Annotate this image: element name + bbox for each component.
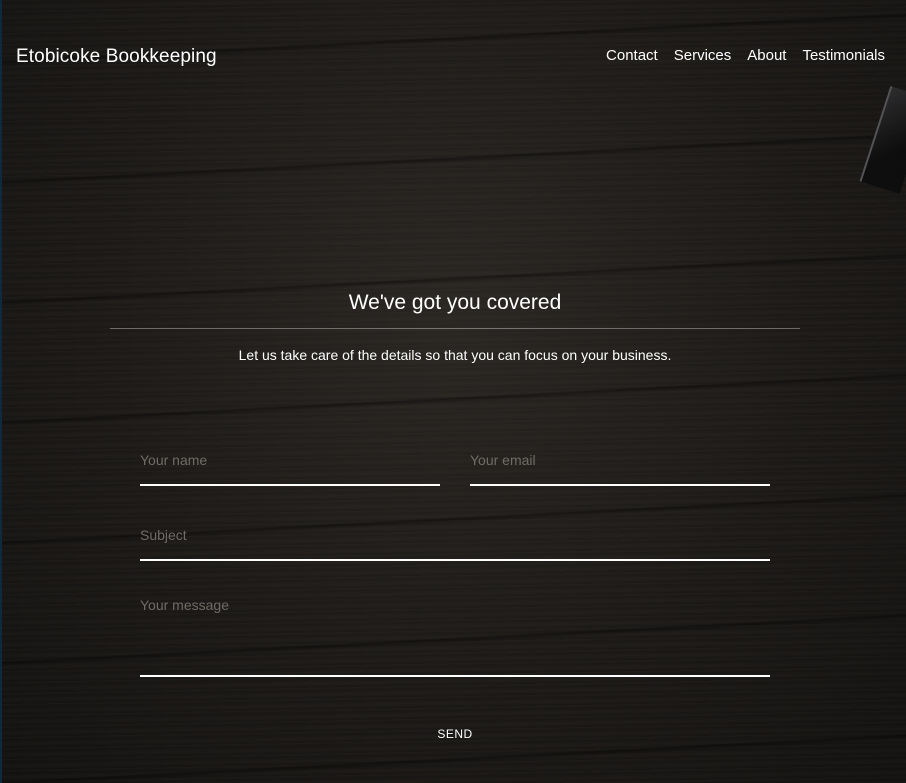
email-field [470,451,770,486]
hero-divider [110,328,800,329]
nav-link-testimonials[interactable]: Testimonials [802,47,885,64]
send-row: SEND [140,725,770,743]
name-input[interactable] [140,451,440,469]
nav-link-services[interactable]: Services [674,47,732,64]
main-nav: Contact Services About Testimonials [606,47,885,64]
nav-link-about[interactable]: About [747,47,786,64]
subject-input[interactable] [140,526,770,544]
hero-title: We've got you covered [348,291,562,314]
brand-link[interactable]: Etobicoke Bookkeeping [16,46,217,68]
message-field [140,597,770,677]
send-button[interactable]: SEND [437,727,472,741]
site-header: Etobicoke Bookkeeping Contact Services A… [0,0,906,114]
subject-field [140,526,770,561]
message-textarea[interactable] [140,597,770,671]
hero-section: We've got you covered Let us take care o… [110,288,800,363]
name-field [140,451,440,486]
email-input[interactable] [470,451,770,469]
page-left-edge [0,0,2,783]
hero-subtitle: Let us take care of the details so that … [238,347,672,363]
nav-link-contact[interactable]: Contact [606,47,658,64]
